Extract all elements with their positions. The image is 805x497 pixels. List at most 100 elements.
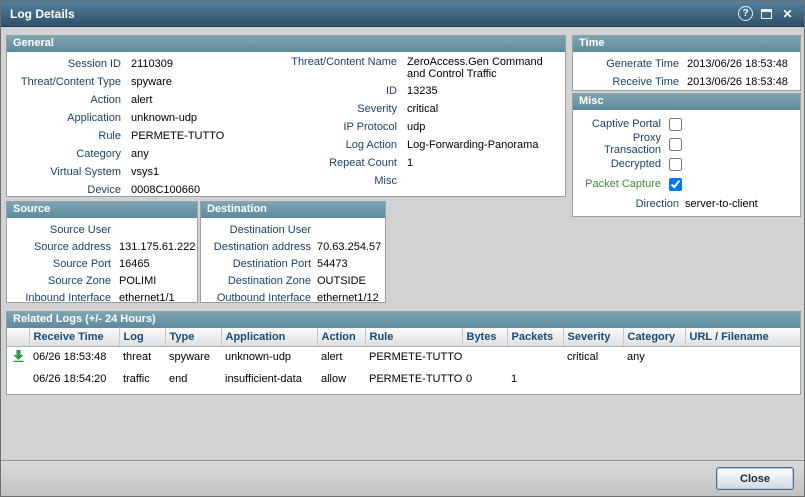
- destination-address-label: Destination address: [201, 241, 317, 253]
- column-header-action[interactable]: Action: [317, 328, 365, 346]
- threat-id-label: ID: [259, 85, 407, 97]
- session-id-value: 2110309: [131, 58, 259, 70]
- cell-category: any: [623, 346, 685, 368]
- cell-receive-time: 06/26 18:53:48: [29, 346, 119, 368]
- source-user-label: Source User: [7, 224, 119, 236]
- log-action-label: Log Action: [259, 139, 407, 151]
- cell-action: allow: [317, 368, 365, 390]
- cell-application: insufficient-data: [221, 368, 317, 390]
- rule-label: Rule: [11, 130, 131, 142]
- dialog-title: Log Details: [10, 7, 738, 21]
- rule-value: PERMETE-TUTTO: [131, 130, 259, 142]
- related-log-row-threat[interactable]: 06/26 18:53:48 threat spyware unknown-ud…: [7, 346, 800, 368]
- dialog-titlebar[interactable]: Log Details ? ✕: [1, 1, 804, 27]
- cell-type: end: [165, 368, 221, 390]
- field-ip-protocol: IP Protocol udp: [259, 118, 561, 136]
- field-destination-user: Destination User: [201, 221, 385, 238]
- field-rule: Rule PERMETE-TUTTO: [11, 127, 259, 145]
- field-destination-address: Destination address 70.63.254.57: [201, 238, 385, 255]
- field-repeat-count: Repeat Count 1: [259, 154, 561, 172]
- column-header-receive-time[interactable]: Receive Time: [29, 328, 119, 346]
- destination-user-label: Destination User: [201, 224, 317, 236]
- field-virtual-system: Virtual System vsys1: [11, 163, 259, 181]
- cell-action: alert: [317, 346, 365, 368]
- source-section-header: Source: [7, 202, 197, 218]
- column-header-category[interactable]: Category: [623, 328, 685, 346]
- field-severity: Severity critical: [259, 100, 561, 118]
- virtual-system-label: Virtual System: [11, 166, 131, 178]
- field-application: Application unknown-udp: [11, 109, 259, 127]
- severity-value: critical: [407, 103, 561, 115]
- inbound-interface-value: ethernet1/1: [119, 292, 197, 304]
- packet-capture-checkbox[interactable]: [669, 178, 682, 191]
- destination-zone-value: OUTSIDE: [317, 275, 385, 287]
- virtual-system-value: vsys1: [131, 166, 259, 178]
- cell-bytes: [462, 346, 507, 368]
- misc-section: Misc Captive Portal Proxy Transaction De…: [572, 93, 801, 217]
- column-header-application[interactable]: Application: [221, 328, 317, 346]
- time-section-header: Time: [573, 36, 800, 52]
- field-receive-time: Receive Time 2013/06/26 18:53:48: [573, 73, 800, 91]
- misc-label: Misc: [259, 175, 407, 187]
- application-value: unknown-udp: [131, 112, 259, 124]
- field-direction: Direction server-to-client: [573, 194, 800, 214]
- time-section: Time Generate Time 2013/06/26 18:53:48 R…: [572, 35, 801, 91]
- help-icon[interactable]: ?: [738, 6, 753, 21]
- category-label: Category: [11, 148, 131, 160]
- captive-portal-checkbox[interactable]: [669, 118, 682, 131]
- threat-content-type-label: Threat/Content Type: [11, 76, 131, 88]
- captive-portal-label: Captive Portal: [573, 118, 669, 130]
- column-header-type[interactable]: Type: [165, 328, 221, 346]
- field-misc: Misc: [259, 172, 561, 190]
- related-logs-header-row: Receive Time Log Type Application Action…: [7, 328, 800, 346]
- field-session-id: Session ID 2110309: [11, 55, 259, 73]
- threat-content-name-value: ZeroAccess.Gen Command and Control Traff…: [407, 56, 561, 80]
- cell-application: unknown-udp: [221, 346, 317, 368]
- destination-address-value: 70.63.254.57: [317, 241, 385, 253]
- decrypted-checkbox[interactable]: [669, 158, 682, 171]
- column-header-bytes[interactable]: Bytes: [462, 328, 507, 346]
- related-log-row-traffic[interactable]: 06/26 18:54:20 traffic end insufficient-…: [7, 368, 800, 390]
- cell-log: threat: [119, 346, 165, 368]
- general-right-column: Threat/Content Name ZeroAccess.Gen Comma…: [259, 55, 561, 190]
- packet-capture-link[interactable]: Packet Capture: [573, 178, 669, 190]
- restore-window-icon[interactable]: [759, 7, 774, 21]
- destination-zone-label: Destination Zone: [201, 275, 317, 287]
- source-section-body: Source User Source address 131.175.61.22…: [7, 218, 197, 306]
- source-port-label: Source Port: [7, 258, 119, 270]
- download-pcap-icon[interactable]: [13, 350, 24, 362]
- field-captive-portal: Captive Portal: [573, 114, 800, 134]
- column-header-severity[interactable]: Severity: [563, 328, 623, 346]
- field-log-action: Log Action Log-Forwarding-Panorama: [259, 136, 561, 154]
- column-header-packets[interactable]: Packets: [507, 328, 563, 346]
- field-threat-content-type: Threat/Content Type spyware: [11, 73, 259, 91]
- pcap-download-cell: [7, 368, 29, 390]
- field-destination-zone: Destination Zone OUTSIDE: [201, 272, 385, 289]
- misc-section-header: Misc: [573, 94, 800, 110]
- column-header-url-filename[interactable]: URL / Filename: [685, 328, 800, 346]
- field-outbound-interface: Outbound Interface ethernet1/12: [201, 289, 385, 306]
- close-icon[interactable]: ✕: [780, 6, 795, 21]
- column-header-rule[interactable]: Rule: [365, 328, 462, 346]
- field-device: Device 0008C100660: [11, 181, 259, 199]
- device-value: 0008C100660: [131, 184, 259, 196]
- generate-time-value: 2013/06/26 18:53:48: [687, 58, 800, 70]
- related-logs-section: Related Logs (+/- 24 Hours) Receive Time…: [6, 311, 801, 395]
- outbound-interface-value: ethernet1/12: [317, 292, 385, 304]
- field-decrypted: Decrypted: [573, 154, 800, 174]
- log-details-dialog: { "titlebar": { "title": "Log Details", …: [0, 0, 805, 497]
- application-label: Application: [11, 112, 131, 124]
- generate-time-label: Generate Time: [573, 58, 687, 70]
- pcap-download-cell[interactable]: [7, 346, 29, 368]
- source-address-label: Source address: [7, 241, 119, 253]
- close-button[interactable]: Close: [716, 467, 794, 490]
- threat-content-type-value: spyware: [131, 76, 259, 88]
- proxy-transaction-checkbox[interactable]: [669, 138, 682, 151]
- field-generate-time: Generate Time 2013/06/26 18:53:48: [573, 55, 800, 73]
- action-value: alert: [131, 94, 259, 106]
- category-value: any: [131, 148, 259, 160]
- direction-value: server-to-client: [685, 198, 800, 210]
- column-header-log[interactable]: Log: [119, 328, 165, 346]
- dialog-footer: Close: [1, 460, 804, 496]
- destination-section-body: Destination User Destination address 70.…: [201, 218, 385, 306]
